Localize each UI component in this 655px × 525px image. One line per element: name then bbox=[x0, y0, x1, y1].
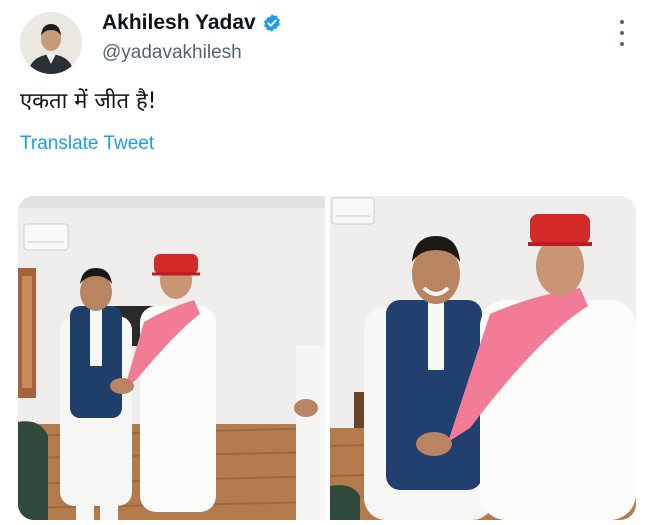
photo-two-men-greeting-icon bbox=[18, 196, 325, 520]
author-name[interactable]: Akhilesh Yadav bbox=[102, 11, 282, 35]
tweet-text: एकता में जीत है! bbox=[20, 89, 157, 114]
verified-badge-icon bbox=[263, 14, 280, 32]
more-options-icon[interactable] bbox=[614, 20, 630, 46]
photo-2[interactable] bbox=[330, 196, 636, 520]
author-avatar[interactable] bbox=[20, 12, 82, 74]
user-avatar-icon bbox=[20, 12, 82, 74]
media-grid bbox=[18, 196, 636, 520]
photo-1[interactable] bbox=[18, 196, 325, 520]
photo-two-men-embracing-icon bbox=[330, 196, 636, 520]
author-name-label[interactable]: Akhilesh Yadav bbox=[102, 11, 256, 35]
author-handle[interactable]: @yadavakhilesh bbox=[102, 42, 242, 64]
more-dot bbox=[620, 42, 624, 46]
translate-tweet-link[interactable]: Translate Tweet bbox=[20, 133, 154, 155]
more-dot bbox=[620, 20, 624, 24]
more-dot bbox=[620, 31, 624, 35]
